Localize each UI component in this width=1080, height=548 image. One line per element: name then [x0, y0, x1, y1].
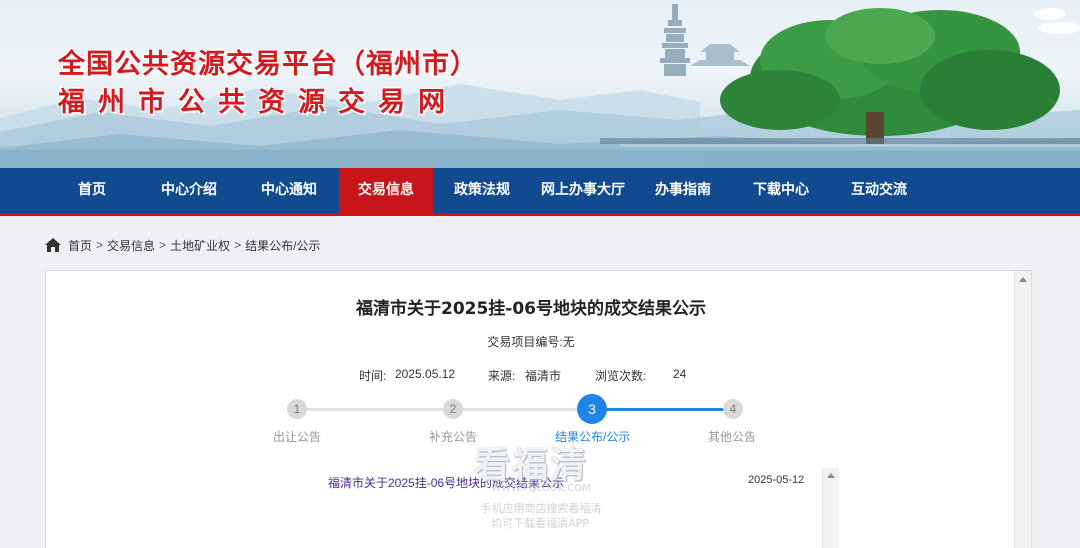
article-title: 福清市关于2025挂-06号地块的成交结果公示	[355, 299, 707, 319]
step-track-active	[592, 408, 732, 411]
watermark-brand: 看福清	[474, 445, 589, 486]
site-banner: 全国公共资源交易平台（福州市） 福州市公共资源交易网	[0, 0, 1080, 168]
meta-source-label: 来源:	[488, 369, 516, 383]
nav-item-downloads[interactable]: 下载中心	[731, 168, 831, 213]
nav-item-interaction[interactable]: 互动交流	[831, 168, 927, 213]
scroll-up-arrow-icon[interactable]	[1019, 277, 1027, 282]
home-icon[interactable]	[44, 237, 62, 253]
step-4-circle[interactable]: 4	[723, 399, 743, 419]
breadcrumb-separator: >	[159, 238, 167, 252]
step-1-circle[interactable]: 1	[287, 399, 307, 419]
nav-item-guide[interactable]: 办事指南	[635, 168, 731, 213]
meta-views-label: 浏览次数:	[595, 369, 647, 383]
breadcrumb-trade-info[interactable]: 交易信息	[107, 237, 155, 254]
site-title-primary: 全国公共资源交易平台（福州市）	[58, 49, 478, 80]
site-title-secondary: 福州市公共资源交易网	[58, 87, 458, 118]
step-2-circle[interactable]: 2	[443, 399, 463, 419]
nav-item-center-notice[interactable]: 中心通知	[239, 168, 339, 213]
page-scrollbar[interactable]	[1014, 271, 1031, 548]
step-3-circle[interactable]: 3	[577, 394, 607, 424]
meta-time-label: 时间:	[359, 369, 387, 383]
breadcrumb-land-mining[interactable]: 土地矿业权	[170, 237, 230, 254]
nav-item-center-intro[interactable]: 中心介绍	[139, 168, 239, 213]
nav-item-home[interactable]: 首页	[45, 168, 139, 213]
watermark-line2: 均可下载看福清APP	[491, 517, 589, 530]
breadcrumb-separator: >	[96, 238, 104, 252]
watermark-line1: 手机应用商店搜索看福清	[480, 502, 602, 515]
meta-time-value: 2025.05.12	[395, 367, 456, 381]
breadcrumb: 首页 > 交易信息 > 土地矿业权 > 结果公布/公示	[44, 236, 320, 254]
breadcrumb-separator: >	[234, 238, 242, 252]
watermark-url: WWW.FQLOOK.COM	[491, 483, 591, 494]
step-2-label[interactable]: 补充公告	[429, 428, 477, 445]
step-1-label[interactable]: 出让公告	[273, 428, 321, 445]
project-number: 交易项目编号:无	[487, 335, 575, 349]
list-item-date: 2025-05-12	[748, 474, 805, 486]
nav-item-trade-info[interactable]: 交易信息	[339, 168, 433, 213]
nav-item-policy[interactable]: 政策法规	[433, 168, 531, 213]
step-4-label[interactable]: 其他公告	[708, 428, 756, 445]
list-scroll-up-arrow-icon[interactable]	[827, 473, 835, 478]
breadcrumb-result[interactable]: 结果公布/公示	[245, 237, 320, 254]
meta-source-value: 福清市	[525, 369, 562, 383]
meta-views-value: 24	[673, 367, 687, 381]
list-scrollbar[interactable]	[822, 468, 839, 548]
breadcrumb-home[interactable]: 首页	[68, 237, 92, 254]
main-nav: 首页 中心介绍 中心通知 交易信息 政策法规 网上办事大厅 办事指南 下载中心 …	[0, 168, 1080, 216]
nav-item-online-hall[interactable]: 网上办事大厅	[531, 168, 635, 213]
